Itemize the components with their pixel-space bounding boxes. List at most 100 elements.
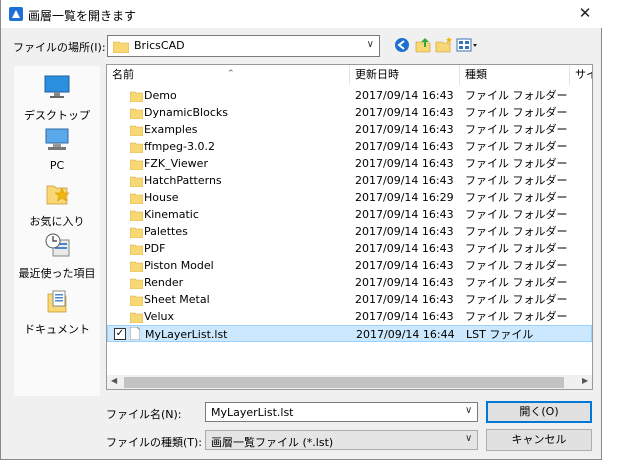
file-list: 名前 ⌃ 更新日時 種類 サイズ Demo 2017/09/14 16:43 フ… xyxy=(106,64,593,390)
file-name: MyLayerList.lst xyxy=(145,328,228,341)
place-label: 最近使った項目 xyxy=(18,267,96,280)
scroll-right-icon[interactable]: ▶ xyxy=(582,376,588,385)
file-row[interactable]: FZK_Viewer 2017/09/14 16:43 ファイル フォルダー xyxy=(107,155,592,172)
file-type: ファイル フォルダー xyxy=(465,89,568,102)
column-header-label: 種類 xyxy=(465,68,487,81)
favorites-icon xyxy=(14,180,100,209)
documents-icon xyxy=(14,288,100,317)
close-button[interactable]: ✕ xyxy=(572,2,598,24)
file-row[interactable]: House 2017/09/14 16:29 ファイル フォルダー xyxy=(107,189,592,206)
file-type: ファイル フォルダー xyxy=(465,191,568,204)
file-row[interactable]: ffmpeg-3.0.2 2017/09/14 16:43 ファイル フォルダー xyxy=(107,138,592,155)
column-header-type[interactable]: 種類 xyxy=(460,65,570,85)
file-type: ファイル フォルダー xyxy=(465,259,568,272)
file-name: Render xyxy=(144,276,184,289)
file-date: 2017/09/14 16:43 xyxy=(355,123,454,136)
place-pc[interactable]: PC xyxy=(14,126,100,172)
place-label: PC xyxy=(49,159,65,172)
file-row[interactable]: DynamicBlocks 2017/09/14 16:43 ファイル フォルダ… xyxy=(107,104,592,121)
checkbox-checked[interactable]: ✓ xyxy=(114,328,126,340)
cancel-button[interactable]: キャンセル xyxy=(486,429,592,451)
file-row[interactable]: Demo 2017/09/14 16:43 ファイル フォルダー xyxy=(107,87,592,104)
folder-icon xyxy=(129,192,144,205)
folder-icon xyxy=(129,243,144,256)
file-row[interactable]: Render 2017/09/14 16:43 ファイル フォルダー xyxy=(107,274,592,291)
filetype-select[interactable]: 画層一覧ファイル (*.lst) xyxy=(205,430,478,450)
file-type: ファイル フォルダー xyxy=(465,106,568,119)
file-date: 2017/09/14 16:43 xyxy=(355,242,454,255)
places-bar: デスクトップ PC お気に入り 最近使った項目 ドキュメント xyxy=(14,66,100,396)
column-header-label: サイズ xyxy=(575,68,592,81)
file-row[interactable]: Examples 2017/09/14 16:43 ファイル フォルダー xyxy=(107,121,592,138)
file-name: DynamicBlocks xyxy=(144,106,228,119)
open-dialog: 画層一覧を開きます ✕ ファイルの場所(I): BricsCAD ∨ デスクトッ… xyxy=(0,0,602,460)
chevron-down-icon[interactable]: ∨ xyxy=(465,405,472,416)
scroll-left-icon[interactable]: ◀ xyxy=(111,376,117,385)
file-name: Examples xyxy=(144,123,198,136)
column-header-label: 名前 xyxy=(112,68,134,81)
recent-icon xyxy=(14,232,100,261)
horizontal-scrollbar[interactable]: ◀ ▶ xyxy=(106,375,593,390)
file-name: Sheet Metal xyxy=(144,293,210,306)
column-header-label: 更新日時 xyxy=(355,68,399,81)
file-name: House xyxy=(144,191,179,204)
file-type: ファイル フォルダー xyxy=(465,242,568,255)
desktop-icon xyxy=(14,74,100,103)
file-date: 2017/09/14 16:43 xyxy=(355,89,454,102)
file-type: LST ファイル xyxy=(466,328,534,341)
folder-icon xyxy=(129,260,144,273)
file-type: ファイル フォルダー xyxy=(465,174,568,187)
folder-icon xyxy=(129,311,144,324)
column-header-name[interactable]: 名前 ⌃ xyxy=(107,65,350,85)
file-row-selected[interactable]: ✓ MyLayerList.lst 2017/09/14 16:44 LST フ… xyxy=(107,325,592,342)
place-documents[interactable]: ドキュメント xyxy=(14,288,100,337)
file-date: 2017/09/14 16:44 xyxy=(356,328,455,341)
up-folder-button[interactable] xyxy=(415,36,435,56)
folder-icon xyxy=(129,175,144,188)
file-type: ファイル フォルダー xyxy=(465,123,568,136)
scrollbar-thumb[interactable] xyxy=(124,377,564,388)
column-header-size[interactable]: サイズ xyxy=(570,65,592,85)
pc-icon xyxy=(14,126,100,155)
file-row[interactable]: Sheet Metal 2017/09/14 16:43 ファイル フォルダー xyxy=(107,291,592,308)
file-date: 2017/09/14 16:29 xyxy=(355,191,454,204)
folder-icon xyxy=(112,40,130,56)
new-folder-button[interactable] xyxy=(435,36,455,56)
view-menu-button[interactable] xyxy=(456,36,480,56)
file-name: Piston Model xyxy=(144,259,214,272)
file-row[interactable]: Palettes 2017/09/14 16:43 ファイル フォルダー xyxy=(107,223,592,240)
file-type: ファイル フォルダー xyxy=(465,225,568,238)
filename-input[interactable] xyxy=(205,402,478,422)
place-recent[interactable]: 最近使った項目 xyxy=(14,232,100,281)
file-date: 2017/09/14 16:43 xyxy=(355,293,454,306)
look-in-combo[interactable]: BricsCAD ∨ xyxy=(107,35,380,57)
back-button[interactable] xyxy=(393,36,413,56)
file-date: 2017/09/14 16:43 xyxy=(355,310,454,323)
filename-label: ファイル名(N): xyxy=(106,408,182,421)
file-row[interactable]: Piston Model 2017/09/14 16:43 ファイル フォルダー xyxy=(107,257,592,274)
place-favorites[interactable]: お気に入り xyxy=(14,180,100,229)
file-type: ファイル フォルダー xyxy=(465,310,568,323)
place-desktop[interactable]: デスクトップ xyxy=(14,74,100,123)
file-name: FZK_Viewer xyxy=(144,157,208,170)
file-row[interactable]: Kinematic 2017/09/14 16:43 ファイル フォルダー xyxy=(107,206,592,223)
file-type: ファイル フォルダー xyxy=(465,157,568,170)
column-header-date[interactable]: 更新日時 xyxy=(350,65,460,85)
folder-icon xyxy=(129,141,144,154)
file-date: 2017/09/14 16:43 xyxy=(355,157,454,170)
file-type: ファイル フォルダー xyxy=(465,208,568,221)
sort-ascending-icon: ⌃ xyxy=(227,69,235,79)
file-row[interactable]: PDF 2017/09/14 16:43 ファイル フォルダー xyxy=(107,240,592,257)
file-row[interactable]: Velux 2017/09/14 16:43 ファイル フォルダー xyxy=(107,308,592,325)
place-label: お気に入り xyxy=(29,215,85,228)
file-row[interactable]: HatchPatterns 2017/09/14 16:43 ファイル フォルダ… xyxy=(107,172,592,189)
title-bar: 画層一覧を開きます ✕ xyxy=(1,0,602,28)
open-button[interactable]: 開く(O) xyxy=(486,401,592,423)
up-folder-icon xyxy=(415,38,431,53)
file-date: 2017/09/14 16:43 xyxy=(355,140,454,153)
file-type: ファイル フォルダー xyxy=(465,293,568,306)
view-icon xyxy=(456,38,477,52)
chevron-down-icon[interactable]: ∨ xyxy=(465,433,472,444)
look-in-value: BricsCAD xyxy=(134,39,185,52)
file-type: ファイル フォルダー xyxy=(465,140,568,153)
